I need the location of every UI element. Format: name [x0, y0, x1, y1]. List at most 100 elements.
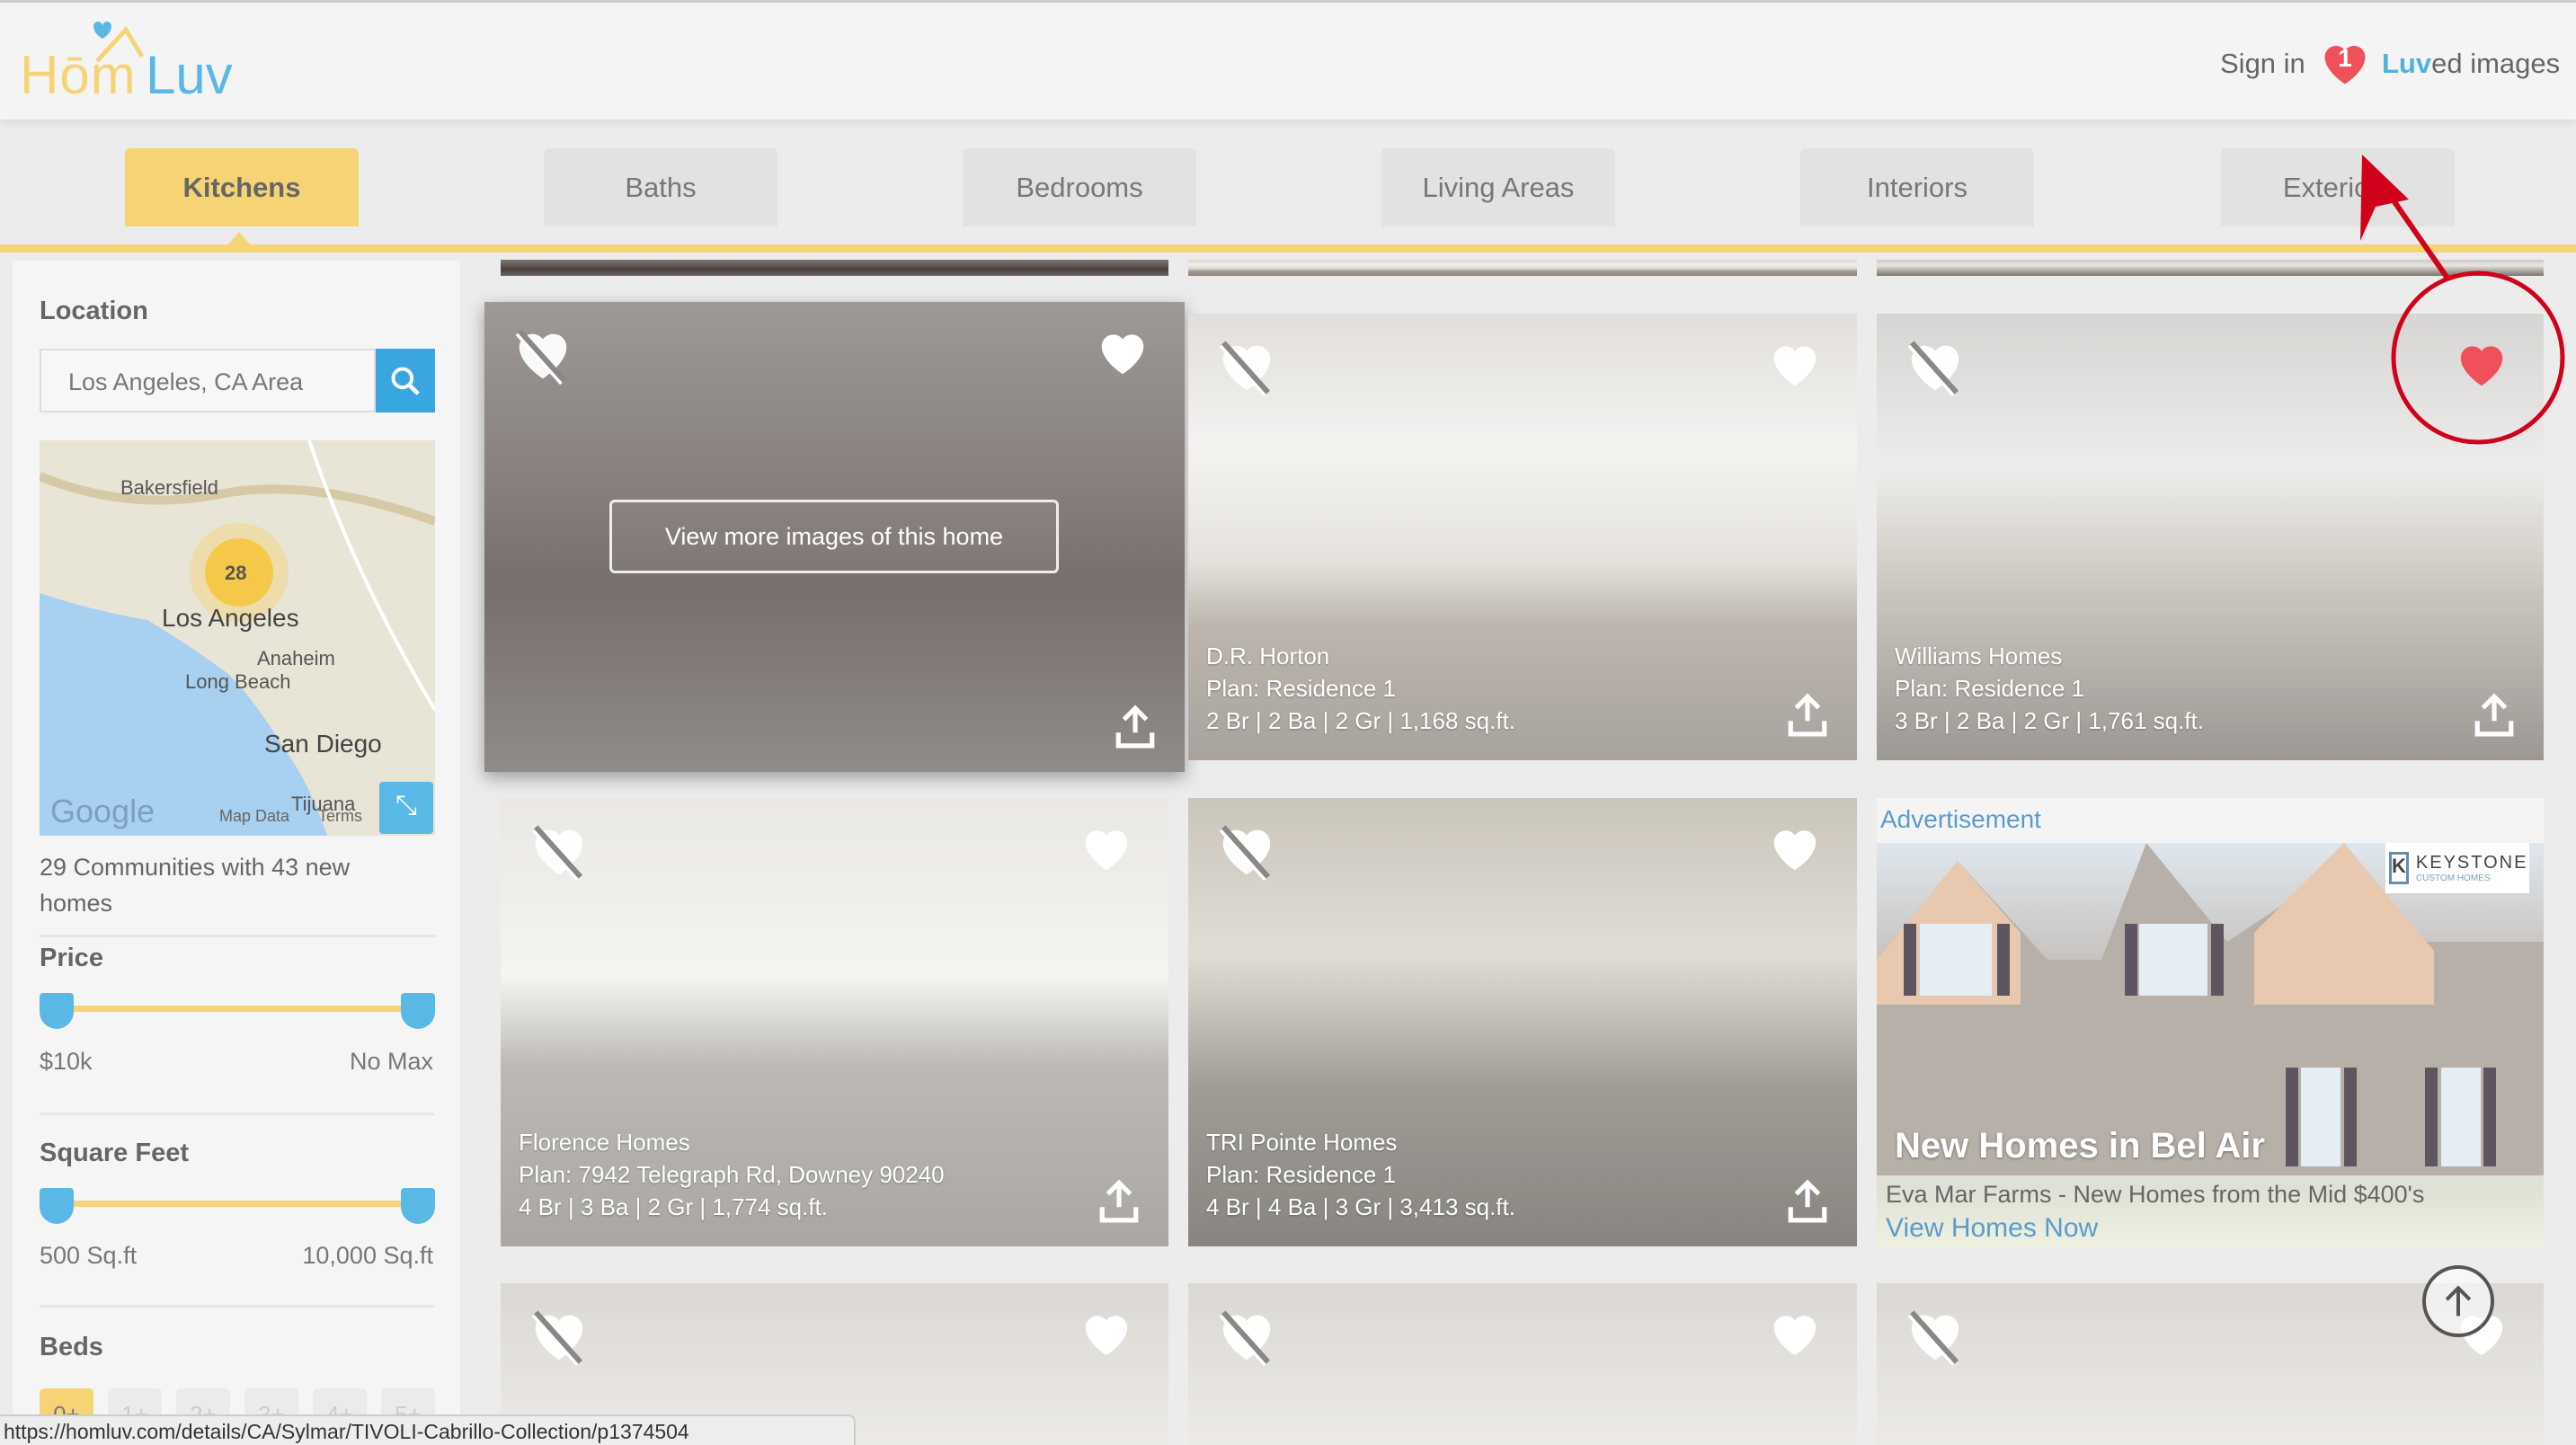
home-card[interactable]: D.R. Horton Plan: Residence 1 2 Br | 2 Ba … — [1188, 314, 1857, 760]
not-interested-icon[interactable] — [528, 820, 591, 882]
homluv-logo[interactable]: Hōm Luv — [20, 21, 244, 105]
share-icon[interactable] — [1785, 690, 1830, 740]
love-heart-icon[interactable] — [1093, 325, 1152, 381]
share-icon[interactable] — [1785, 1176, 1830, 1227]
map-label: Bakersfield — [120, 476, 218, 499]
love-heart-icon[interactable] — [1077, 1307, 1136, 1362]
map-data-link[interactable]: Map Data — [219, 807, 289, 826]
image-dim-overlay — [1188, 1283, 1857, 1445]
home-plan: Plan: Residence 1 — [1206, 675, 1397, 702]
sqft-min-handle[interactable] — [40, 1188, 74, 1224]
advertisement[interactable]: Advertisement K KEYSTONE CUSTOM HOMES New… — [1877, 798, 2544, 1247]
arrow-up-icon — [2445, 1285, 2472, 1316]
sqft-min-value: 500 Sq.ft — [40, 1242, 138, 1269]
tab-exteriors[interactable]: Exteriors — [2221, 148, 2455, 226]
love-heart-icon[interactable] — [2452, 337, 2511, 393]
home-builder: Williams Homes — [1895, 643, 2063, 669]
home-card-info: D.R. Horton Plan: Residence 1 2 Br | 2 Ba … — [1206, 640, 1515, 737]
tab-bedrooms[interactable]: Bedrooms — [963, 148, 1196, 226]
heart-count-icon: 1 — [2317, 37, 2373, 91]
search-icon — [391, 367, 420, 395]
home-card[interactable]: View more images of this home — [484, 302, 1185, 772]
home-specs: 4 Br | 3 Ba | 2 Gr | 1,774 sq.ft. — [519, 1193, 828, 1220]
ad-brand-sub: CUSTOM HOMES — [2415, 873, 2491, 883]
location-input[interactable]: Los Angeles, CA Area — [40, 349, 376, 412]
home-card[interactable]: Williams Homes Plan: Residence 1 3 Br | 2 … — [1877, 314, 2544, 760]
view-more-images-button[interactable]: View more images of this home — [609, 500, 1059, 573]
ad-title[interactable]: New Homes in Bel Air — [1895, 1126, 2265, 1166]
home-specs: 2 Br | 2 Ba | 2 Gr | 1,168 sq.ft. — [1206, 707, 1515, 734]
sqft-max-handle[interactable] — [401, 1188, 435, 1224]
filter-sidebar: Location Los Angeles, CA Area 28 Bakersf… — [13, 261, 460, 1445]
ad-cta-link[interactable]: View Homes Now — [1886, 1213, 2098, 1244]
divider — [40, 1113, 435, 1115]
price-slider[interactable] — [40, 993, 435, 1029]
home-card-partial[interactable] — [1877, 260, 2544, 276]
sqft-slider[interactable] — [40, 1188, 435, 1224]
tab-underline — [0, 244, 2576, 253]
location-label: Location — [40, 297, 148, 325]
beds-label: Beds — [40, 1333, 103, 1361]
map-label: Anaheim — [257, 647, 335, 669]
home-builder: Florence Homes — [519, 1129, 690, 1156]
luved-prefix: Luv — [2382, 48, 2432, 79]
home-plan: Plan: 7942 Telegraph Rd, Downey 90240 — [519, 1161, 945, 1188]
love-heart-icon[interactable] — [1765, 1307, 1825, 1362]
not-interested-icon[interactable] — [1215, 335, 1278, 398]
home-card-partial[interactable] — [501, 260, 1168, 276]
not-interested-icon[interactable] — [1215, 1305, 1278, 1368]
square-feet-label: Square Feet — [40, 1139, 189, 1167]
browser-status-bar: https://homluv.com/details/CA/Sylmar/TIV… — [0, 1414, 856, 1445]
home-card-info: TRI Pointe Homes Plan: Residence 1 4 Br | … — [1206, 1126, 1515, 1223]
home-card[interactable] — [1188, 1283, 1857, 1445]
not-interested-icon[interactable] — [1904, 335, 1967, 398]
home-card-info: Williams Homes Plan: Residence 1 3 Br | 2 … — [1895, 640, 2204, 737]
map-terms-link[interactable]: Terms — [318, 807, 362, 826]
price-max-value: No Max — [349, 1048, 433, 1075]
scroll-to-top-button[interactable] — [2422, 1265, 2494, 1337]
map-cluster-count[interactable]: 28 — [225, 562, 246, 585]
luved-images-link[interactable]: 1 Luved images — [2317, 37, 2560, 91]
tab-kitchens[interactable]: Kitchens — [125, 148, 359, 226]
not-interested-icon[interactable] — [511, 324, 574, 386]
price-slider-track — [58, 1006, 417, 1012]
expand-map-icon[interactable]: ⤡ — [379, 782, 433, 834]
sqft-max-value: 10,000 Sq.ft — [302, 1242, 433, 1269]
logo-luv: Luv — [146, 45, 233, 105]
map-label: San Diego — [264, 730, 382, 758]
ad-label: Advertisement — [1880, 805, 2041, 833]
home-specs: 4 Br | 4 Ba | 3 Gr | 3,413 sq.ft. — [1206, 1193, 1515, 1220]
tab-interiors[interactable]: Interiors — [1800, 148, 2034, 226]
price-label: Price — [40, 944, 103, 972]
home-card[interactable]: TRI Pointe Homes Plan: Residence 1 4 Br | … — [1188, 798, 1857, 1246]
communities-map[interactable]: 28 Bakersfield Los Angeles Anaheim Long … — [40, 440, 435, 836]
share-icon[interactable] — [1113, 702, 1158, 752]
not-interested-icon[interactable] — [528, 1305, 591, 1368]
love-heart-icon[interactable] — [1765, 821, 1825, 877]
price-max-handle[interactable] — [401, 993, 435, 1029]
not-interested-icon[interactable] — [1904, 1305, 1967, 1368]
tab-living-areas[interactable]: Living Areas — [1381, 148, 1615, 226]
ad-brand: KEYSTONE — [2415, 853, 2528, 873]
home-card-partial[interactable] — [1188, 260, 1857, 276]
home-specs: 3 Br | 2 Ba | 2 Gr | 1,761 sq.ft. — [1895, 707, 2204, 734]
ad-image[interactable]: K KEYSTONE CUSTOM HOMES New Homes in Bel … — [1877, 843, 2544, 1247]
keystone-logo: K KEYSTONE CUSTOM HOMES — [2385, 843, 2529, 893]
share-icon[interactable] — [1097, 1176, 1141, 1227]
divider — [40, 935, 435, 937]
map-label: Long Beach — [185, 670, 291, 693]
share-icon[interactable] — [2472, 690, 2517, 740]
home-card[interactable]: Florence Homes Plan: 7942 Telegraph Rd, D… — [501, 798, 1168, 1246]
map-graphic — [40, 440, 435, 836]
sqft-slider-track — [58, 1201, 417, 1207]
home-plan: Plan: Residence 1 — [1895, 675, 2085, 702]
not-interested-icon[interactable] — [1215, 820, 1278, 882]
price-min-handle[interactable] — [40, 993, 74, 1029]
tab-baths[interactable]: Baths — [544, 148, 777, 226]
map-label: Los Angeles — [162, 604, 299, 632]
love-heart-icon[interactable] — [1077, 821, 1136, 877]
luved-count: 1 — [2338, 44, 2352, 72]
love-heart-icon[interactable] — [1765, 337, 1825, 393]
search-button[interactable] — [376, 349, 435, 412]
sign-in-link[interactable]: Sign in — [2220, 48, 2305, 80]
